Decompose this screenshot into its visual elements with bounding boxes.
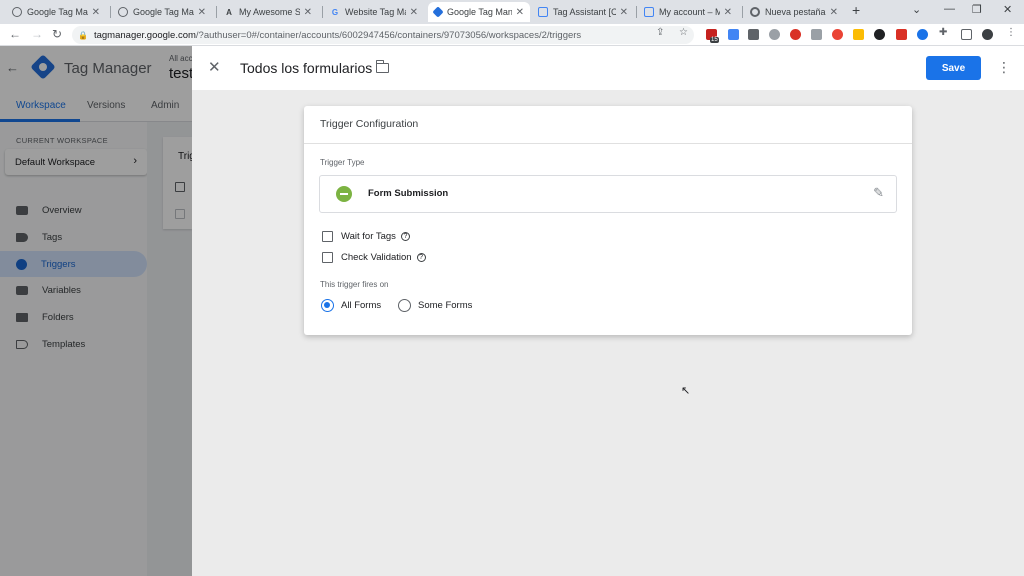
adblock-icon[interactable] [790,29,801,40]
radio-label: All Forms [341,300,382,311]
close-tab-icon[interactable]: ✕ [92,7,100,18]
folder-icon[interactable] [375,60,389,73]
profile-avatar[interactable] [982,29,993,40]
check-validation-checkbox[interactable] [322,252,333,263]
close-tab-icon[interactable]: ✕ [724,7,732,18]
back-icon[interactable]: ← [9,27,21,41]
trigger-type-name: Form Submission [368,188,449,199]
tab-title: Google Tag Mana [133,7,194,17]
browser-tab-strip: Google Tag Mana ✕ Google Tag Mana ✕ A My… [0,0,1024,24]
close-tab-icon[interactable]: ✕ [198,7,206,18]
card-title: Trigger Configuration [320,118,419,130]
wait-for-tags-option[interactable]: Wait for Tags ? [322,231,410,242]
minimize-icon[interactable]: — [944,3,955,15]
browser-tab[interactable]: Nueva pestaña ✕ [744,2,844,22]
more-vert-icon[interactable]: ⋮ [997,59,1011,76]
close-tab-icon[interactable]: ✕ [620,7,628,18]
extension-icon[interactable] [874,29,885,40]
tab-title: Google Tag Mana [27,7,88,17]
mouse-cursor-icon: ↖ [681,385,691,397]
trigger-configuration-card[interactable]: Trigger Configuration Trigger Type Form … [304,106,912,335]
browser-tab-active[interactable]: Google Tag Mana ✕ [428,2,530,22]
chrome-icon [750,7,760,17]
checkbox-label: Wait for Tags [341,231,396,242]
fires-on-label: This trigger fires on [320,280,389,289]
edit-pencil-icon[interactable]: ✎ [873,185,884,201]
awesome-store-icon: A [226,7,232,17]
wait-for-tags-checkbox[interactable] [322,231,333,242]
trigger-editor-panel: ✕ Todos los formularios Save ⋮ Trigger C… [192,46,1024,576]
extension-icon[interactable] [896,29,907,40]
trigger-type-label: Trigger Type [320,158,365,167]
browser-tab[interactable]: A My Awesome Sto ✕ [218,2,318,22]
share-icon[interactable]: ⇪ [656,27,664,38]
all-forms-option[interactable]: All Forms [321,299,381,312]
check-validation-option[interactable]: Check Validation ? [322,252,426,263]
close-icon[interactable]: ✕ [208,58,221,76]
trigger-type-selector[interactable]: Form Submission ✎ [319,175,897,213]
side-panel-icon[interactable] [961,29,972,40]
help-icon[interactable]: ? [400,232,410,241]
extension-icon[interactable] [853,29,864,40]
lock-icon: 🔒 [78,30,88,40]
some-forms-option[interactable]: Some Forms [398,299,472,312]
google-icon: G [331,7,339,17]
tab-title: Google Tag Mana [447,7,512,17]
close-tab-icon[interactable]: ✕ [516,7,524,18]
url-path: /?authuser=0#/container/accounts/6002947… [195,29,582,41]
help-icon[interactable]: ? [416,253,426,262]
extensions-puzzle-icon[interactable]: ✚ [939,27,947,38]
globe-icon [118,7,128,17]
extension-icon[interactable] [811,29,822,40]
gtm-app: ← Tag Manager All acc test Workspace Ver… [0,46,1024,576]
tab-title: My account – My [659,7,720,17]
close-tab-icon[interactable]: ✕ [830,7,838,18]
trigger-name[interactable]: Todos los formularios [240,60,372,76]
reload-icon[interactable]: ↻ [52,27,62,41]
window-close-icon[interactable]: ✕ [1003,3,1012,16]
browser-tab[interactable]: Tag Assistant [Co ✕ [532,2,634,22]
browser-toolbar: ← → ↻ 🔒 tagmanager.google.com/?authuser=… [0,24,1024,46]
restore-icon[interactable]: ❐ [972,3,982,16]
tab-title: Tag Assistant [Co [553,7,616,17]
tab-title: Website Tag Man [345,7,406,17]
browser-tab[interactable]: G Website Tag Man ✕ [324,2,424,22]
browser-menu-icon[interactable]: ⋮ [1006,27,1016,38]
analytics-icon [644,7,654,17]
extension-icon[interactable] [748,29,759,40]
radio-label: Some Forms [418,300,473,311]
browser-tab[interactable]: My account – My ✕ [638,2,738,22]
extension-icon[interactable] [728,29,739,40]
modal-scrim[interactable] [0,46,192,576]
checkbox-label: Check Validation [341,252,412,263]
forward-icon[interactable]: → [31,27,43,41]
extension-icon[interactable] [832,29,843,40]
tab-title: Nueva pestaña [765,7,826,17]
close-tab-icon[interactable]: ✕ [410,7,418,18]
url-host: tagmanager.google.com [93,29,196,41]
extension-badge: 15 [710,37,719,43]
panel-header: ✕ Todos los formularios Save ⋮ [192,46,1024,90]
all-forms-radio[interactable] [321,299,334,312]
form-submission-icon [336,186,352,202]
globe-icon [12,7,22,17]
extension-icon[interactable] [917,29,928,40]
close-tab-icon[interactable]: ✕ [304,7,312,18]
tag-assistant-icon [538,7,548,17]
browser-tab[interactable]: Google Tag Mana ✕ [112,2,212,22]
address-bar[interactable]: 🔒 tagmanager.google.com/?authuser=0#/con… [72,26,694,44]
new-tab-button[interactable]: + [852,2,860,18]
divider [304,143,912,144]
tab-title: My Awesome Sto [239,7,300,17]
some-forms-radio[interactable] [398,299,411,312]
gtm-icon [432,6,444,18]
extension-icon[interactable] [769,29,780,40]
browser-tab[interactable]: Google Tag Mana ✕ [6,2,106,22]
bookmark-star-icon[interactable]: ☆ [679,27,688,38]
save-button[interactable]: Save [926,56,981,80]
tab-search-icon[interactable]: ⌄ [912,3,921,16]
